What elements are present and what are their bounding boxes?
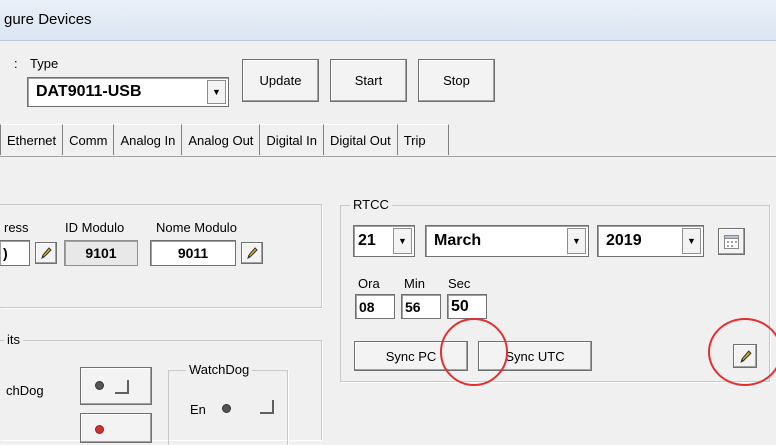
watchdog-toggle[interactable] bbox=[80, 367, 152, 405]
tab-digital-in[interactable]: Digital In bbox=[260, 124, 324, 155]
sync-pc-button[interactable]: Sync PC bbox=[354, 341, 468, 371]
min-label: Min bbox=[404, 276, 425, 291]
type-label: Type bbox=[30, 56, 59, 71]
rtcc-group-label: RTCC bbox=[350, 197, 392, 212]
secondary-toggle[interactable] bbox=[80, 413, 152, 443]
type-select[interactable]: DAT9011-USB ▼ bbox=[27, 77, 229, 107]
rtcc-edit-button[interactable] bbox=[733, 344, 757, 368]
en-led-icon bbox=[222, 404, 231, 413]
stop-button[interactable]: Stop bbox=[418, 59, 495, 102]
en-switch-icon[interactable] bbox=[260, 400, 274, 414]
pencil-icon bbox=[41, 247, 52, 259]
tab-strip: Ethernet Comm Analog In Analog Out Digit… bbox=[0, 124, 449, 156]
tab-divider bbox=[0, 156, 776, 157]
tab-analog-in[interactable]: Analog In bbox=[114, 124, 183, 155]
tab-trip[interactable]: Trip bbox=[397, 124, 449, 155]
led-indicator-icon bbox=[95, 381, 104, 390]
id-modulo-value: 9101 bbox=[64, 240, 138, 266]
tab-digital-out[interactable]: Digital Out bbox=[324, 124, 398, 155]
en-label: En bbox=[190, 402, 206, 417]
ora-label: Ora bbox=[358, 276, 380, 291]
month-value: March bbox=[434, 232, 482, 249]
update-button[interactable]: Update bbox=[242, 59, 319, 102]
sec-label: Sec bbox=[448, 276, 471, 291]
watchdog-group-label: WatchDog bbox=[186, 362, 253, 377]
chevron-down-icon[interactable]: ▼ bbox=[207, 80, 226, 104]
switch-icon bbox=[115, 380, 129, 394]
watchdog-label: chDog bbox=[6, 383, 44, 398]
calendar-icon bbox=[724, 235, 739, 249]
tab-analog-out[interactable]: Analog Out bbox=[182, 124, 261, 155]
colon-label: : bbox=[14, 56, 18, 71]
nome-modulo-label: Nome Modulo bbox=[156, 220, 237, 235]
month-select[interactable]: March ▼ bbox=[425, 225, 589, 257]
year-value: 2019 bbox=[606, 232, 642, 249]
address-label: ress bbox=[4, 220, 29, 235]
id-modulo-label: ID Modulo bbox=[65, 220, 125, 235]
tab-comm[interactable]: Comm bbox=[63, 124, 115, 155]
address-field[interactable]: ) bbox=[0, 240, 30, 266]
led-indicator-icon bbox=[95, 425, 104, 434]
address-edit-button[interactable] bbox=[35, 242, 57, 264]
chevron-down-icon[interactable]: ▼ bbox=[393, 228, 412, 254]
chevron-down-icon[interactable]: ▼ bbox=[567, 228, 586, 254]
nome-modulo-edit-button[interactable] bbox=[241, 242, 263, 264]
pencil-icon bbox=[247, 247, 258, 259]
year-select[interactable]: 2019 ▼ bbox=[597, 225, 704, 257]
ora-field[interactable]: 08 bbox=[355, 294, 395, 319]
type-select-value: DAT9011-USB bbox=[36, 83, 142, 100]
min-field[interactable]: 56 bbox=[401, 294, 441, 319]
title-bar: gure Devices bbox=[0, 0, 776, 41]
sync-utc-button[interactable]: Sync UTC bbox=[478, 341, 592, 371]
tab-ethernet[interactable]: Ethernet bbox=[0, 124, 64, 155]
pencil-icon bbox=[739, 349, 752, 363]
start-button[interactable]: Start bbox=[330, 59, 407, 102]
calendar-button[interactable] bbox=[718, 228, 745, 255]
day-select[interactable]: 21 ▼ bbox=[353, 225, 415, 257]
chevron-down-icon[interactable]: ▼ bbox=[682, 228, 701, 254]
outputs-group-label: its bbox=[4, 332, 23, 347]
nome-modulo-field[interactable]: 9011 bbox=[150, 240, 236, 266]
window-title: gure Devices bbox=[4, 11, 92, 28]
day-value: 21 bbox=[358, 232, 376, 249]
sec-field[interactable]: 50 bbox=[447, 294, 487, 319]
